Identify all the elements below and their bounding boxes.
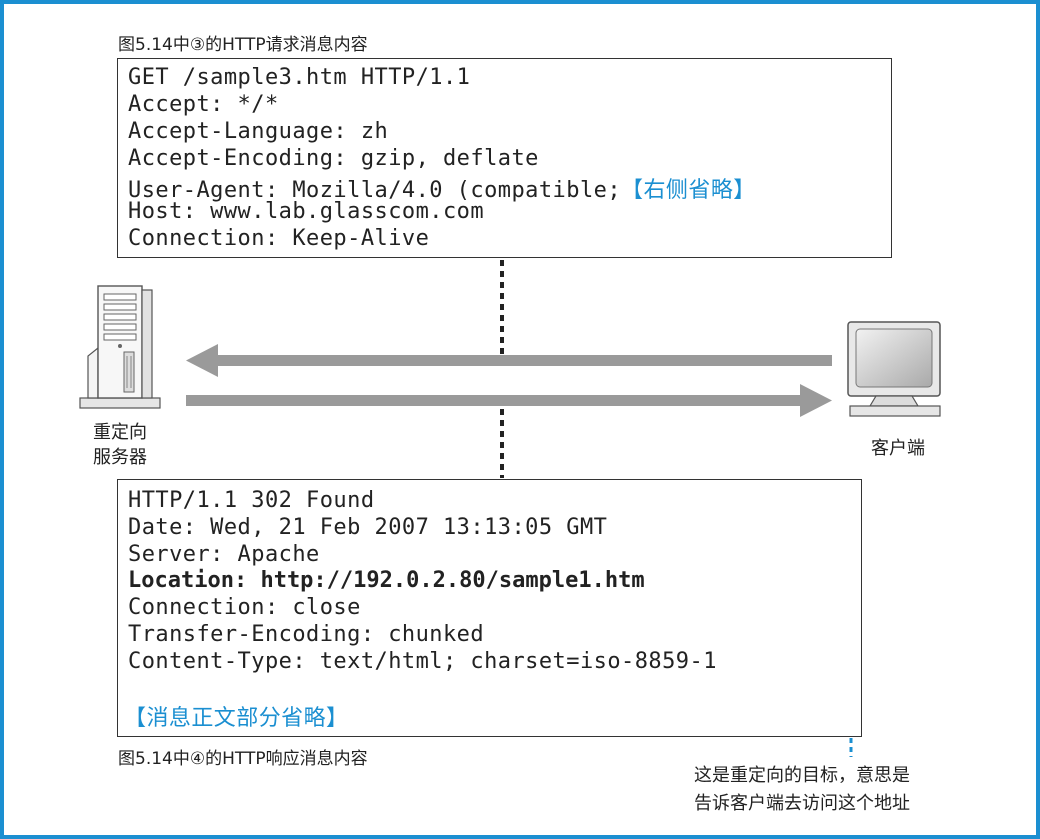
response-arrow-head bbox=[800, 384, 832, 417]
annotation-line-1: 这是重定向的目标，意思是 bbox=[694, 765, 910, 786]
response-location-line: Location: http://192.0.2.80/sample1.htm bbox=[128, 568, 645, 593]
response-line-6: Transfer-Encoding: chunked bbox=[128, 622, 485, 647]
response-caption: 图5.14中④的HTTP响应消息内容 bbox=[118, 749, 368, 769]
redirect-annotation: 这是重定向的目标，意思是 告诉客户端去访问这个地址 bbox=[694, 762, 910, 818]
server-icon bbox=[79, 285, 161, 409]
response-line-5: Connection: close bbox=[128, 595, 361, 620]
response-line-7: Content-Type: text/html; charset=iso-885… bbox=[128, 649, 717, 674]
server-label: 重定向 服务器 bbox=[72, 420, 168, 470]
client-label: 客户端 bbox=[871, 438, 925, 459]
response-line-3: Server: Apache bbox=[128, 542, 320, 567]
annotation-line-2: 告诉客户端去访问这个地址 bbox=[694, 793, 910, 814]
request-arrow-head bbox=[186, 344, 218, 377]
request-arrow-shaft bbox=[212, 355, 832, 366]
server-label-line1: 重定向 bbox=[93, 422, 147, 443]
response-arrow-shaft bbox=[186, 395, 806, 406]
response-message-box: HTTP/1.1 302 Found Date: Wed, 21 Feb 200… bbox=[117, 479, 862, 737]
server-label-line2: 服务器 bbox=[93, 447, 147, 468]
client-monitor-icon bbox=[847, 321, 941, 417]
response-line-2: Date: Wed, 21 Feb 2007 13:13:05 GMT bbox=[128, 515, 608, 540]
response-line-1: HTTP/1.1 302 Found bbox=[128, 488, 375, 513]
response-body-note: 【消息正文部分省略】 bbox=[124, 706, 349, 731]
